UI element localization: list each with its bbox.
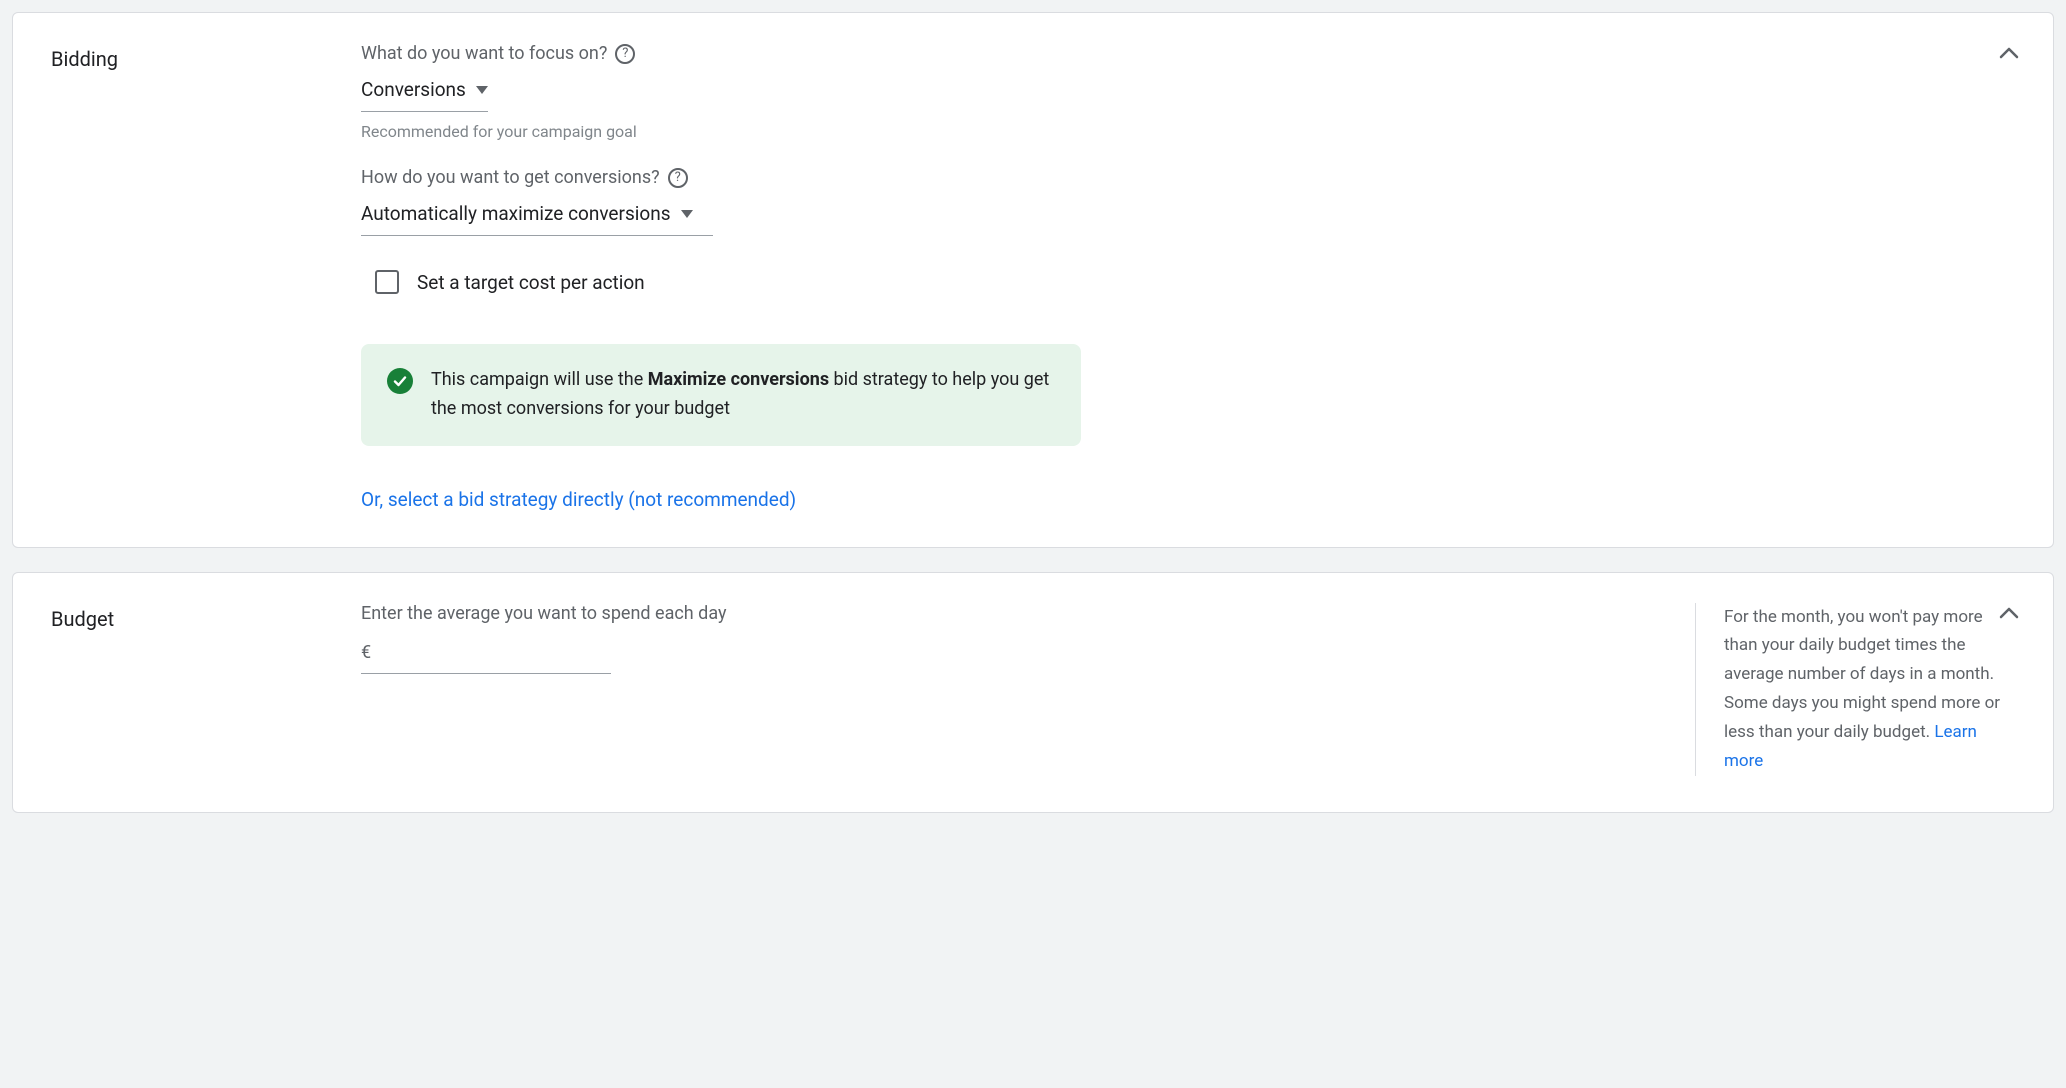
collapse-button[interactable] bbox=[1995, 39, 2023, 67]
budget-body: Enter the average you want to spend each… bbox=[361, 603, 2015, 776]
focus-label: What do you want to focus on? bbox=[361, 43, 607, 64]
caret-down-icon bbox=[681, 210, 693, 218]
select-strategy-link[interactable]: Or, select a bid strategy directly (not … bbox=[361, 488, 2015, 511]
budget-label: Enter the average you want to spend each… bbox=[361, 603, 1695, 624]
caret-down-icon bbox=[476, 86, 488, 94]
budget-input-wrap: € bbox=[361, 640, 1695, 674]
target-cpa-checkbox[interactable] bbox=[375, 270, 399, 294]
currency-symbol: € bbox=[361, 642, 371, 663]
focus-dropdown[interactable]: Conversions bbox=[361, 76, 488, 112]
chevron-up-icon bbox=[1999, 47, 2019, 59]
focus-label-row: What do you want to focus on? ? bbox=[361, 43, 2015, 64]
bidding-section: Bidding What do you want to focus on? ? … bbox=[12, 12, 2054, 548]
budget-section: Budget Enter the average you want to spe… bbox=[12, 572, 2054, 813]
banner-pre: This campaign will use the bbox=[431, 369, 648, 390]
budget-input[interactable]: € bbox=[361, 640, 611, 674]
budget-help-panel: For the month, you won't pay more than y… bbox=[1695, 603, 2015, 776]
budget-main: Enter the average you want to spend each… bbox=[361, 603, 1695, 776]
how-label: How do you want to get conversions? bbox=[361, 167, 660, 188]
check-circle-icon bbox=[387, 368, 413, 394]
focus-hint: Recommended for your campaign goal bbox=[361, 122, 2015, 141]
how-label-row: How do you want to get conversions? ? bbox=[361, 167, 2015, 188]
budget-title: Budget bbox=[51, 603, 361, 776]
bidding-title: Bidding bbox=[51, 43, 361, 511]
bidding-body: What do you want to focus on? ? Conversi… bbox=[361, 43, 2015, 511]
collapse-button[interactable] bbox=[1995, 599, 2023, 627]
budget-label-text: Enter the average you want to spend each… bbox=[361, 603, 727, 624]
focus-value: Conversions bbox=[361, 78, 466, 101]
how-value: Automatically maximize conversions bbox=[361, 202, 671, 225]
help-icon[interactable]: ? bbox=[668, 168, 688, 188]
banner-text: This campaign will use the Maximize conv… bbox=[431, 366, 1055, 424]
help-icon[interactable]: ? bbox=[615, 44, 635, 64]
how-dropdown[interactable]: Automatically maximize conversions bbox=[361, 200, 713, 236]
banner-bold: Maximize conversions bbox=[648, 369, 829, 390]
strategy-banner: This campaign will use the Maximize conv… bbox=[361, 344, 1081, 446]
target-cpa-label: Set a target cost per action bbox=[417, 271, 645, 294]
target-cpa-row: Set a target cost per action bbox=[375, 270, 2015, 294]
chevron-up-icon bbox=[1999, 607, 2019, 619]
